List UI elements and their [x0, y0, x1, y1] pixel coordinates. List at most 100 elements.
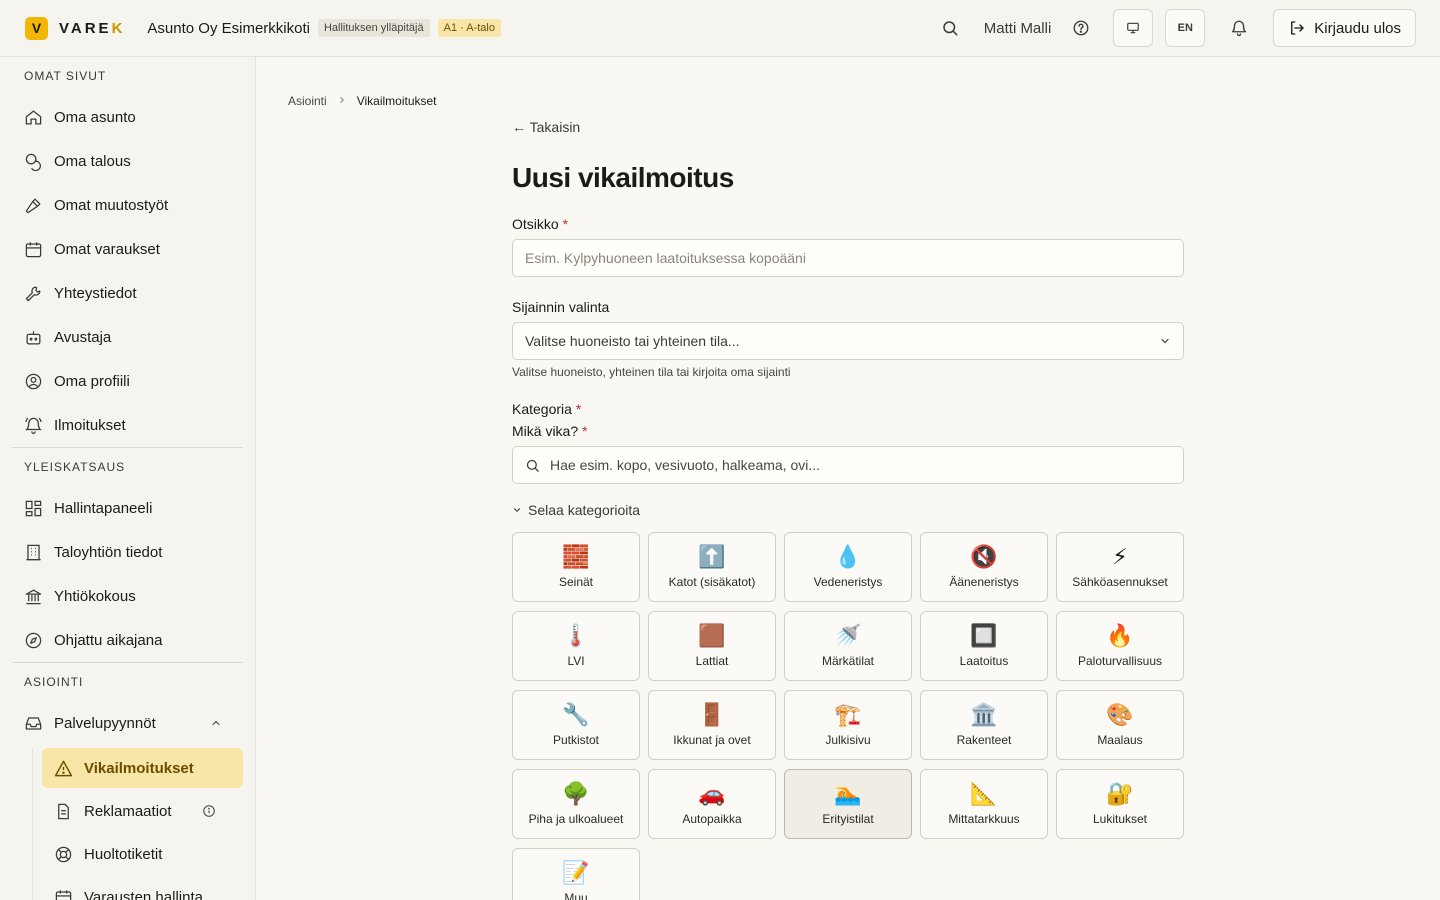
category-tile[interactable]: 🔇 Ääneneristys	[920, 532, 1048, 602]
sidebar-item-label: Yhteystiedot	[54, 284, 137, 302]
sidebar-item-yhteystiedot[interactable]: Yhteystiedot	[12, 271, 243, 315]
category-tile[interactable]: 🚿 Märkätilat	[784, 611, 912, 681]
category-tile[interactable]: 🚗 Autopaikka	[648, 769, 776, 839]
main-content: Asiointi Vikailmoitukset ← Takaisin Uusi…	[256, 57, 1440, 900]
sidebar-item-oma-asunto[interactable]: Oma asunto	[12, 95, 243, 139]
display-mode-button[interactable]	[1113, 9, 1154, 47]
category-tile[interactable]: 🧱 Seinät	[512, 532, 640, 602]
sidebar-item-vikailmoitukset[interactable]: Vikailmoitukset	[42, 748, 243, 788]
category-tile[interactable]: 🎨 Maalaus	[1056, 690, 1184, 760]
landmark-icon	[25, 589, 42, 604]
category-emoji-icon: 📝	[562, 861, 590, 886]
sidebar-item-hallintapaneeli[interactable]: Hallintapaneeli	[12, 486, 243, 530]
sidebar-sub-nav: Vikailmoitukset Reklamaatiot Huoltotiket…	[32, 748, 243, 900]
sidebar: OMAT SIVUT Oma asunto Oma talous Omat mu…	[0, 57, 256, 900]
browse-categories-toggle[interactable]: Selaa kategorioita	[512, 500, 1184, 520]
category-emoji-icon: ⬆️	[698, 545, 726, 570]
category-tile[interactable]: 🔐 Lukitukset	[1056, 769, 1184, 839]
fault-search-box[interactable]	[512, 446, 1184, 484]
category-name: Laatoitus	[959, 654, 1009, 668]
logo-text: VAREK	[59, 20, 125, 37]
app-logo[interactable]: V VAREK	[25, 16, 125, 40]
lifebuoy-icon	[55, 846, 72, 862]
category-name: Mittatarkkuus	[948, 812, 1020, 826]
sidebar-item-reklamaatiot[interactable]: Reklamaatiot	[42, 791, 243, 831]
category-name: Lukitukset	[1092, 812, 1148, 826]
sidebar-section-title: ASIOINTI	[24, 675, 84, 689]
breadcrumb: Asiointi Vikailmoitukset	[288, 94, 437, 108]
category-name: Seinät	[558, 575, 594, 589]
category-tile[interactable]: 🔧 Putkistot	[512, 690, 640, 760]
logout-button[interactable]: Kirjaudu ulos	[1273, 9, 1416, 47]
notifications-button[interactable]	[1227, 16, 1251, 40]
category-tile[interactable]: 💧 Vedeneristys	[784, 532, 912, 602]
role-badge: Hallituksen ylläpitäjä	[317, 19, 430, 37]
sidebar-item-oma-profiili[interactable]: Oma profiili	[12, 359, 243, 403]
back-link[interactable]: ← Takaisin	[512, 117, 1184, 137]
user-circle-icon	[25, 373, 42, 389]
search-icon	[526, 459, 539, 472]
category-emoji-icon: 🚪	[698, 703, 726, 728]
sidebar-item-label: Reklamaatiot	[84, 802, 172, 820]
hammer-icon	[25, 198, 41, 213]
sidebar-item-taloyhtion-tiedot[interactable]: Taloyhtiön tiedot	[12, 530, 243, 574]
category-emoji-icon: 🟫	[698, 624, 726, 649]
language-button[interactable]: EN	[1165, 9, 1206, 47]
sidebar-item-label: Oma profiili	[54, 372, 130, 390]
sidebar-item-avustaja[interactable]: Avustaja	[12, 315, 243, 359]
bot-icon	[26, 330, 41, 344]
header-actions: Matti Malli EN Kirjaudu ulos	[938, 9, 1416, 47]
sidebar-item-label: Oma talous	[54, 152, 131, 170]
category-tile[interactable]: 🏗️ Julkisivu	[784, 690, 912, 760]
category-tile[interactable]: 📐 Mittatarkkuus	[920, 769, 1048, 839]
category-name: Vedeneristys	[813, 575, 883, 589]
sidebar-item-omat-varaukset[interactable]: Omat varaukset	[12, 227, 243, 271]
category-grid: 🧱 Seinät ⬆️ Katot (sisäkatot) 💧 Vedeneristys 🔇…	[512, 532, 1184, 900]
category-label-text: Kategoria	[512, 401, 572, 417]
user-name[interactable]: Matti Malli	[984, 20, 1052, 37]
category-emoji-icon: 🎨	[1106, 703, 1134, 728]
category-tile[interactable]: 🌳 Piha ja ulkoalueet	[512, 769, 640, 839]
category-tile[interactable]: ⬆️ Katot (sisäkatot)	[648, 532, 776, 602]
required-marker: *	[582, 423, 588, 439]
sidebar-item-ohjattu-aikajana[interactable]: Ohjattu aikajana	[12, 618, 243, 662]
sidebar-item-oma-talous[interactable]: Oma talous	[12, 139, 243, 183]
category-emoji-icon: ⚡	[1112, 545, 1128, 570]
calendar-icon	[25, 241, 42, 257]
category-tile[interactable]: 🏛️ Rakenteet	[920, 690, 1048, 760]
category-tile[interactable]: 🟫 Lattiat	[648, 611, 776, 681]
info-icon[interactable]	[202, 804, 216, 818]
category-tile[interactable]: 📝 Muu	[512, 848, 640, 900]
title-input[interactable]	[512, 239, 1184, 277]
category-tile[interactable]: 🚪 Ikkunat ja ovet	[648, 690, 776, 760]
search-button[interactable]	[938, 16, 962, 40]
logo-mark: V	[25, 16, 48, 40]
sidebar-item-varausten-hallinta[interactable]: Varausten hallinta	[42, 877, 243, 900]
sidebar-item-label: Palvelupyynnöt	[54, 714, 156, 732]
category-emoji-icon: 🔇	[970, 545, 998, 570]
sidebar-item-yhtiokokous[interactable]: Yhtiökokous	[12, 574, 243, 618]
category-tile[interactable]: 🏊 Erityistilat	[784, 769, 912, 839]
sidebar-item-omat-muutostyot[interactable]: Omat muutostyöt	[12, 183, 243, 227]
category-tile[interactable]: 🌡️ LVI	[512, 611, 640, 681]
category-emoji-icon: 🔲	[970, 624, 998, 649]
breadcrumb-current: Vikailmoitukset	[356, 94, 437, 108]
fault-search-input[interactable]	[550, 457, 1150, 473]
breadcrumb-parent[interactable]: Asiointi	[288, 94, 327, 108]
sidebar-item-ilmoitukset[interactable]: Ilmoitukset	[12, 403, 243, 447]
sidebar-item-palvelupyynnot[interactable]: Palvelupyynnöt	[12, 701, 243, 745]
search-icon	[943, 21, 958, 36]
category-tile[interactable]: ⚡ Sähköasennukset	[1056, 532, 1184, 602]
monitor-icon	[1127, 22, 1140, 34]
category-tile[interactable]: 🔥 Paloturvallisuus	[1056, 611, 1184, 681]
category-name: Lattiat	[695, 654, 729, 668]
location-select[interactable]: Valitse huoneisto tai yhteinen tila...	[512, 322, 1184, 360]
category-tile[interactable]: 🔲 Laatoitus	[920, 611, 1048, 681]
help-button[interactable]	[1069, 16, 1093, 40]
category-name: Muu	[564, 891, 588, 900]
sidebar-item-huoltotiketit[interactable]: Huoltotiketit	[42, 834, 243, 874]
category-name: Katot (sisäkatot)	[668, 575, 756, 589]
category-name: Rakenteet	[956, 733, 1012, 747]
location-field-label: Sijainnin valinta	[512, 299, 610, 315]
category-emoji-icon: 🚗	[698, 782, 726, 807]
